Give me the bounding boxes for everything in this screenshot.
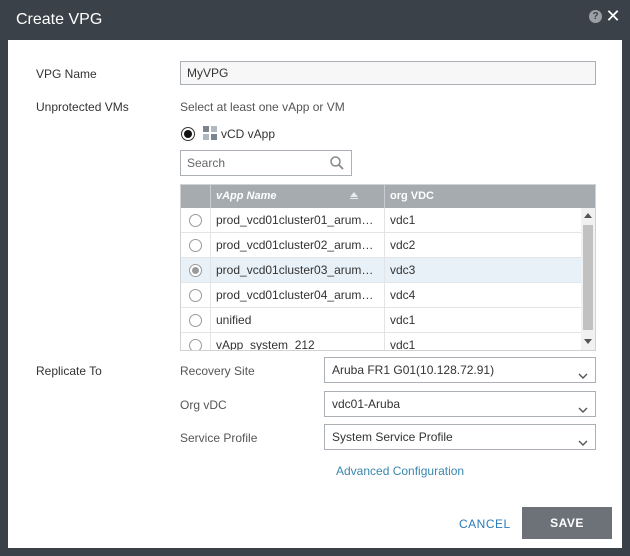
save-button[interactable]: SAVE xyxy=(522,507,612,539)
recovery-site-value: Aruba FR1 G01(10.128.72.91) xyxy=(332,363,495,377)
table-header: vApp Name org VDC xyxy=(181,185,595,208)
create-vpg-dialog: Create VPG ? ✕ VPG Name Unprotected VMs … xyxy=(0,0,630,556)
vpg-name-label: VPG Name xyxy=(36,67,97,81)
cancel-button[interactable]: CANCEL xyxy=(459,517,511,531)
table-scrollbar[interactable] xyxy=(581,208,595,350)
recovery-site-select[interactable]: Aruba FR1 G01(10.128.72.91) xyxy=(324,357,596,383)
vapp-name-cell: prod_vcd01cluster03_arum… xyxy=(210,258,384,283)
table-row[interactable]: prod_vcd01cluster02_arum… vdc2 xyxy=(181,233,581,258)
vapp-name-cell: prod_vcd01cluster01_arum… xyxy=(210,208,384,233)
title-bar: Create VPG ? ✕ xyxy=(0,0,630,40)
vcd-vapp-label: vCD vApp xyxy=(221,127,276,141)
org-vdc-cell: vdc3 xyxy=(384,258,581,283)
search-input[interactable] xyxy=(181,151,321,175)
org-vdc-cell: vdc1 xyxy=(384,208,581,233)
chevron-down-icon xyxy=(578,432,588,446)
dialog-title: Create VPG xyxy=(16,11,103,28)
unprotected-vms-label: Unprotected VMs xyxy=(36,100,129,114)
unprotected-vms-hint: Select at least one vApp or VM xyxy=(180,100,345,114)
org-vdc-select[interactable]: vdc01-Aruba xyxy=(324,391,596,417)
service-profile-select[interactable]: System Service Profile xyxy=(324,424,596,450)
vapp-name-cell: prod_vcd01cluster04_arum… xyxy=(210,283,384,308)
sort-underline xyxy=(350,198,358,199)
vapp-name-cell: prod_vcd01cluster02_arum… xyxy=(210,233,384,258)
table-row[interactable]: vApp_system_212 vdc1 xyxy=(181,333,581,350)
org-vdc-cell: vdc1 xyxy=(384,333,581,350)
row-radio[interactable] xyxy=(189,214,202,227)
sort-ascending-icon[interactable] xyxy=(350,192,358,197)
vpg-name-input[interactable] xyxy=(180,61,596,85)
search-icon[interactable] xyxy=(329,155,345,171)
org-vdc-cell: vdc4 xyxy=(384,283,581,308)
vapp-icon xyxy=(203,126,217,140)
vapp-table: vApp Name org VDC prod_vcd01cluster01_ar… xyxy=(180,184,596,351)
table-row[interactable]: unified vdc1 xyxy=(181,308,581,333)
org-vdc-cell: vdc2 xyxy=(384,233,581,258)
row-radio-selected[interactable] xyxy=(189,264,202,277)
table-row[interactable]: prod_vcd01cluster04_arum… vdc4 xyxy=(181,283,581,308)
dialog-body: VPG Name Unprotected VMs Select at least… xyxy=(8,40,622,548)
scroll-thumb[interactable] xyxy=(583,225,593,330)
vapp-name-cell: vApp_system_212 xyxy=(210,333,384,350)
close-icon[interactable]: ✕ xyxy=(605,6,621,26)
org-vdc-label: Org vDC xyxy=(180,398,227,412)
replicate-to-label: Replicate To xyxy=(36,364,102,378)
scroll-down-icon[interactable] xyxy=(584,339,592,344)
table-row[interactable]: prod_vcd01cluster01_arum… vdc1 xyxy=(181,208,581,233)
row-radio[interactable] xyxy=(189,239,202,252)
table-row-selected[interactable]: prod_vcd01cluster03_arum… vdc3 xyxy=(181,258,581,283)
question-icon[interactable]: ? xyxy=(589,10,602,23)
scroll-up-icon[interactable] xyxy=(584,213,592,218)
chevron-down-icon xyxy=(578,399,588,413)
service-profile-label: Service Profile xyxy=(180,431,258,445)
row-radio[interactable] xyxy=(189,314,202,327)
row-radio[interactable] xyxy=(189,339,202,350)
column-header-org-vdc[interactable]: org VDC xyxy=(384,185,595,208)
vcd-vapp-radio[interactable] xyxy=(181,127,195,141)
org-vdc-cell: vdc1 xyxy=(384,308,581,333)
service-profile-value: System Service Profile xyxy=(332,430,453,444)
org-vdc-value: vdc01-Aruba xyxy=(332,397,401,411)
chevron-down-icon xyxy=(578,365,588,379)
advanced-configuration-link[interactable]: Advanced Configuration xyxy=(336,464,464,478)
row-radio[interactable] xyxy=(189,289,202,302)
recovery-site-label: Recovery Site xyxy=(180,364,255,378)
vapp-name-cell: unified xyxy=(210,308,384,333)
search-box xyxy=(180,150,352,176)
